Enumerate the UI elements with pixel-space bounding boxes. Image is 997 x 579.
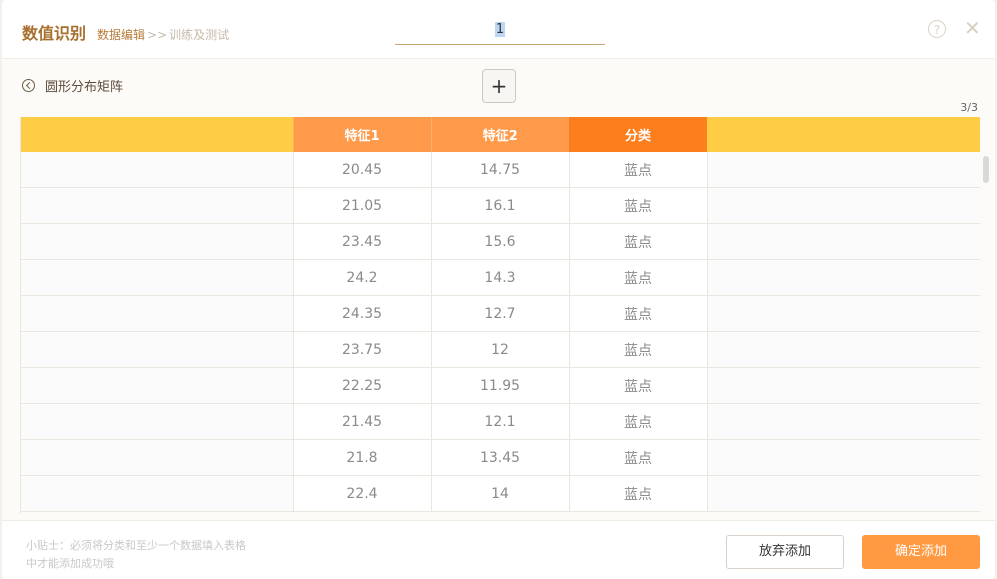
cell-blank-right[interactable] <box>706 403 980 440</box>
header-blank-right <box>707 117 980 152</box>
cell-feature2[interactable]: 11.95 <box>430 367 569 404</box>
cell-blank-left[interactable] <box>21 475 293 512</box>
back-label: 圆形分布矩阵 <box>45 80 124 95</box>
cell-class[interactable]: 蓝点 <box>568 187 707 224</box>
help-icon[interactable]: ? <box>928 20 946 38</box>
dataset-name-value: 1 <box>494 22 506 37</box>
cell-blank-right[interactable] <box>706 223 980 260</box>
cell-blank-left[interactable] <box>21 152 293 188</box>
table-row: 24.35 12.7 蓝点 <box>21 295 980 332</box>
table-row: 23.75 12 蓝点 <box>21 331 980 368</box>
table-row: 21.45 12.1 蓝点 <box>21 403 980 440</box>
cell-class[interactable]: 蓝点 <box>568 439 707 476</box>
data-table: 特征1 特征2 分类 20.45 14.75 蓝点 21.05 16.1 蓝点 23.45 1… <box>20 117 981 514</box>
cell-blank-left[interactable] <box>21 223 293 260</box>
cell-feature1[interactable]: 23.75 <box>292 331 431 368</box>
table-row: 21.8 13.45 蓝点 <box>21 439 980 476</box>
cell-class[interactable]: 蓝点 <box>568 475 707 512</box>
breadcrumb-train-test[interactable]: 训练及测试 <box>169 28 229 42</box>
table-row: 22.4 14 蓝点 <box>21 475 980 512</box>
cell-class[interactable]: 蓝点 <box>568 259 707 296</box>
cell-class[interactable]: 蓝点 <box>568 152 707 188</box>
cell-feature2[interactable]: 12.7 <box>430 295 569 332</box>
cell-feature1[interactable]: 20.45 <box>292 152 431 188</box>
cell-blank-left[interactable] <box>21 439 293 476</box>
tip-text: 小贴士：必须将分类和至少一个数据填入表格 中才能添加成功哦 <box>26 537 246 573</box>
back-arrow-icon <box>22 79 35 92</box>
cell-class[interactable]: 蓝点 <box>568 295 707 332</box>
dialog-title: 数值识别 <box>22 24 87 43</box>
confirm-add-button[interactable]: 确定添加 <box>862 535 980 569</box>
cell-blank-right[interactable] <box>706 295 980 332</box>
table-body: 20.45 14.75 蓝点 21.05 16.1 蓝点 23.45 15.6 蓝点 24.2 14… <box>21 152 980 512</box>
page-indicator: 3/3 <box>960 101 978 114</box>
table-row: 22.25 11.95 蓝点 <box>21 367 980 404</box>
cell-feature1[interactable]: 21.8 <box>292 439 431 476</box>
breadcrumb-data-edit[interactable]: 数据编辑 <box>97 28 145 42</box>
data-edit-dialog: 数值识别 数据编辑 >> 训练及测试 1 ? ✕ 圆形分布矩阵 + 3/3 特征1 … <box>2 0 995 579</box>
cell-blank-right[interactable] <box>706 367 980 404</box>
cell-blank-left[interactable] <box>21 403 293 440</box>
dialog-header: 数值识别 数据编辑 >> 训练及测试 1 ? ✕ <box>2 0 995 59</box>
cell-feature2[interactable]: 14.75 <box>430 152 569 188</box>
cell-class[interactable]: 蓝点 <box>568 367 707 404</box>
cell-feature2[interactable]: 15.6 <box>430 223 569 260</box>
cell-blank-left[interactable] <box>21 367 293 404</box>
cell-blank-right[interactable] <box>706 152 980 188</box>
header-feature1: 特征1 <box>292 117 431 152</box>
cell-blank-right[interactable] <box>706 439 980 476</box>
cell-class[interactable]: 蓝点 <box>568 331 707 368</box>
table-row: 23.45 15.6 蓝点 <box>21 223 980 260</box>
dialog-footer: 小贴士：必须将分类和至少一个数据填入表格 中才能添加成功哦 放弃添加 确定添加 <box>2 520 995 579</box>
table-row: 21.05 16.1 蓝点 <box>21 187 980 224</box>
cell-feature2[interactable]: 14 <box>430 475 569 512</box>
breadcrumb: 数据编辑 >> 训练及测试 <box>97 26 229 43</box>
cell-blank-left[interactable] <box>21 295 293 332</box>
cell-blank-left[interactable] <box>21 259 293 296</box>
cell-feature1[interactable]: 24.35 <box>292 295 431 332</box>
cell-feature1[interactable]: 22.25 <box>292 367 431 404</box>
add-row-button[interactable]: + <box>482 69 516 103</box>
table-header-row: 特征1 特征2 分类 <box>21 117 980 152</box>
cell-feature2[interactable]: 16.1 <box>430 187 569 224</box>
tip-line-2: 中才能添加成功哦 <box>26 557 114 570</box>
header-blank-left <box>21 117 293 152</box>
cell-feature2[interactable]: 13.45 <box>430 439 569 476</box>
cell-feature2[interactable]: 12 <box>430 331 569 368</box>
dataset-name-input[interactable]: 1 <box>395 16 605 45</box>
header-class: 分类 <box>569 117 707 152</box>
cell-feature1[interactable]: 21.05 <box>292 187 431 224</box>
cell-feature1[interactable]: 23.45 <box>292 223 431 260</box>
cell-blank-right[interactable] <box>706 259 980 296</box>
cancel-add-button[interactable]: 放弃添加 <box>726 535 844 569</box>
close-icon[interactable]: ✕ <box>964 17 981 39</box>
table-row: 20.45 14.75 蓝点 <box>21 152 980 188</box>
cell-feature2[interactable]: 14.3 <box>430 259 569 296</box>
back-link[interactable]: 圆形分布矩阵 <box>22 76 123 95</box>
cell-feature1[interactable]: 22.4 <box>292 475 431 512</box>
table-scrollbar[interactable] <box>983 156 989 183</box>
cell-blank-left[interactable] <box>21 187 293 224</box>
cell-blank-left[interactable] <box>21 331 293 368</box>
cell-blank-right[interactable] <box>706 187 980 224</box>
header-feature2: 特征2 <box>430 117 569 152</box>
breadcrumb-separator: >> <box>147 28 168 42</box>
cell-class[interactable]: 蓝点 <box>568 403 707 440</box>
cell-feature2[interactable]: 12.1 <box>430 403 569 440</box>
cell-feature1[interactable]: 24.2 <box>292 259 431 296</box>
cell-blank-right[interactable] <box>706 475 980 512</box>
cell-feature1[interactable]: 21.45 <box>292 403 431 440</box>
table-row: 24.2 14.3 蓝点 <box>21 259 980 296</box>
tip-line-1: 小贴士：必须将分类和至少一个数据填入表格 <box>26 539 246 552</box>
cell-class[interactable]: 蓝点 <box>568 223 707 260</box>
cell-blank-right[interactable] <box>706 331 980 368</box>
